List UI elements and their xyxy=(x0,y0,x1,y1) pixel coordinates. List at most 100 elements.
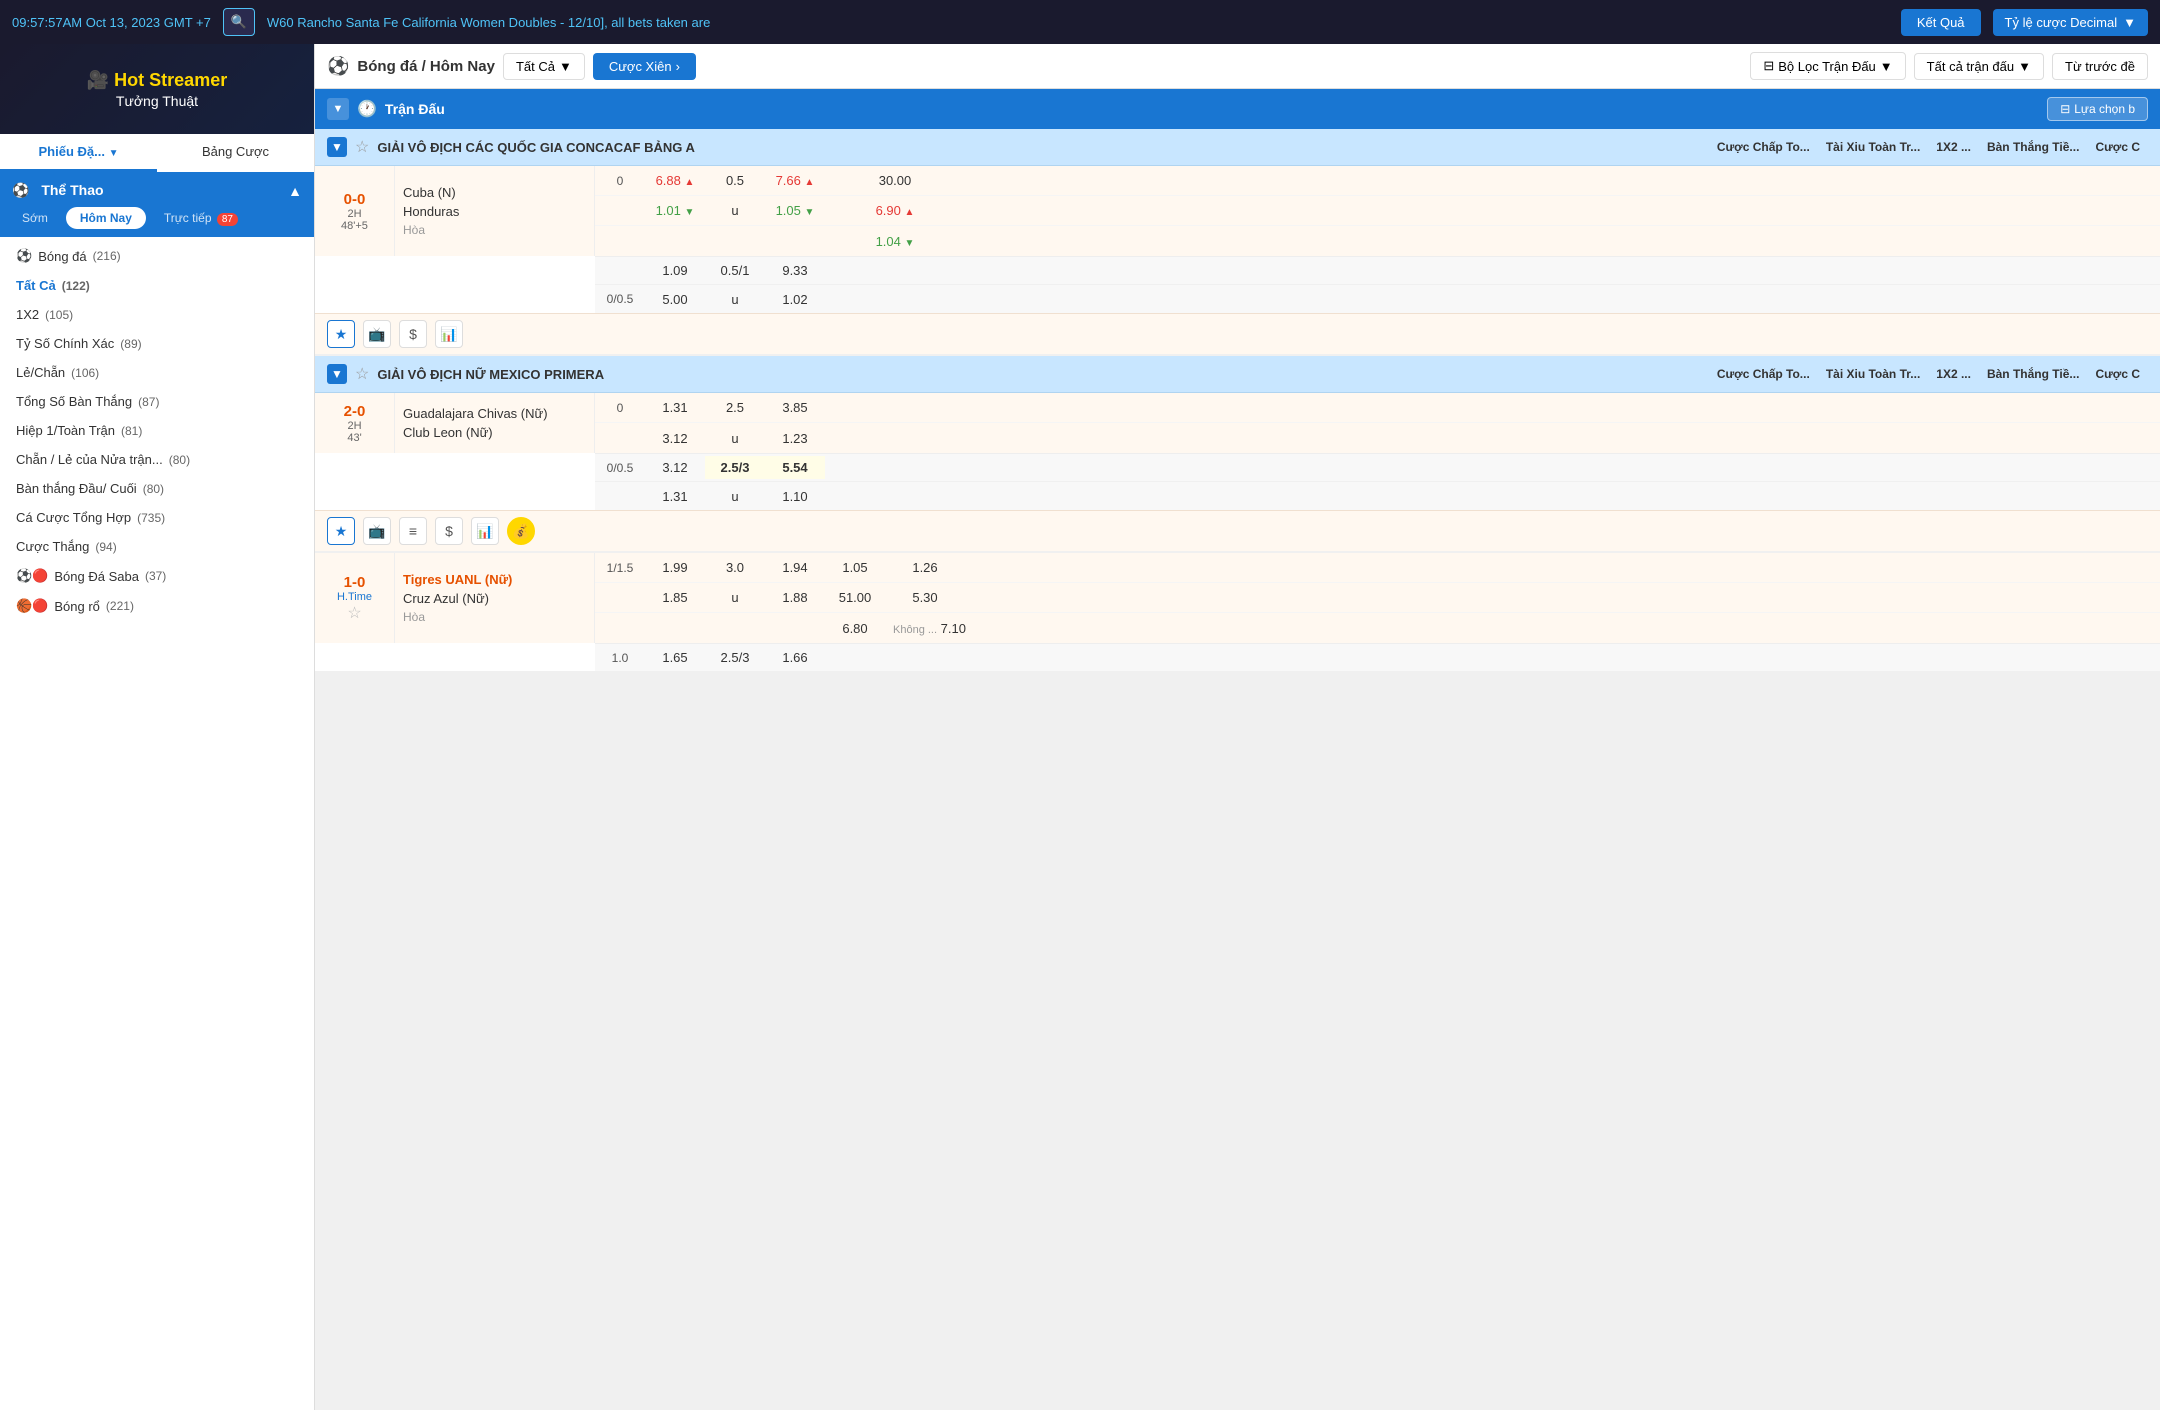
team-guadalajara[interactable]: Guadalajara Chivas (Nữ) xyxy=(403,404,586,423)
odds-g123[interactable]: 1.23 xyxy=(765,427,825,450)
odds-t126[interactable]: 1.26 xyxy=(885,556,965,579)
action-chart2-btn[interactable]: 📊 xyxy=(471,517,499,545)
tat-ca-filter-button[interactable]: Tất Cả ▼ xyxy=(503,53,585,80)
sidebar-item-tong-so-ban-thang[interactable]: Tổng Số Bàn Thắng (87) xyxy=(0,387,314,416)
handicap-g0[interactable]: 0 xyxy=(595,397,645,419)
odds-g131[interactable]: 1.31 xyxy=(645,396,705,419)
tran-dau-collapse-btn[interactable]: ▼ xyxy=(327,98,349,120)
ou-g253[interactable]: 2.5/3 xyxy=(705,456,765,479)
time-tab-truc-tiep[interactable]: Trực tiếp 87 xyxy=(150,207,252,229)
ou-051[interactable]: 0.5/1 xyxy=(705,259,765,282)
ou-u2[interactable]: u xyxy=(705,288,765,311)
section-star[interactable]: ☆ xyxy=(355,137,369,157)
odds-766[interactable]: 7.66 ▲ xyxy=(765,169,825,192)
odds-t166[interactable]: 1.66 xyxy=(765,646,825,669)
sidebar-item-chan-le-nua-tran[interactable]: Chẵn / Lẻ của Nửa trận... (80) xyxy=(0,445,314,474)
tat-ca-tran-dau-button[interactable]: Tất cả trận đấu ▼ xyxy=(1914,53,2044,80)
sidebar-item-tat-ca[interactable]: Tất Cả (122) xyxy=(0,271,314,300)
collapse-icon[interactable]: ▲ xyxy=(288,183,302,199)
sidebar-item-le-chan[interactable]: Lẻ/Chẵn (106) xyxy=(0,358,314,387)
ou-gu2[interactable]: u xyxy=(705,485,765,508)
time-tab-hom-nay[interactable]: Hôm Nay xyxy=(66,207,146,229)
odds-t188[interactable]: 1.88 xyxy=(765,586,825,609)
odds-g554[interactable]: 5.54 xyxy=(765,456,825,479)
search-button[interactable]: 🔍 xyxy=(223,8,255,36)
ket-qua-button[interactable]: Kết Quả xyxy=(1901,9,1981,36)
odds-g3122[interactable]: 3.12 xyxy=(645,456,705,479)
action-dollar-btn[interactable]: $ xyxy=(399,320,427,348)
odds-109[interactable]: 1.09 xyxy=(645,259,705,282)
filter-icon: ⊟ xyxy=(1763,58,1774,74)
team-honduras[interactable]: Honduras xyxy=(403,202,586,221)
sidebar-item-1x2[interactable]: 1X2 (105) xyxy=(0,300,314,329)
match-star-tigres[interactable]: ☆ xyxy=(347,603,361,623)
team-leon[interactable]: Club Leon (Nữ) xyxy=(403,423,586,442)
sidebar-item-cuoc-thang[interactable]: Cược Thắng (94) xyxy=(0,532,314,561)
odds-t5100[interactable]: 51.00 xyxy=(825,586,885,609)
odds-933[interactable]: 9.33 xyxy=(765,259,825,282)
action-dollar2-btn[interactable]: $ xyxy=(435,517,463,545)
odds-t194[interactable]: 1.94 xyxy=(765,556,825,579)
team-tigres[interactable]: Tigres UANL (Nữ) xyxy=(403,570,586,589)
cuoc-xien-button[interactable]: Cược Xiên › xyxy=(593,53,696,80)
tu-truoc-de-button[interactable]: Từ trước đề xyxy=(2052,53,2148,80)
sidebar-item-ty-so-chinh-xac[interactable]: Tỷ Số Chính Xác (89) xyxy=(0,329,314,358)
ou-tu[interactable]: u xyxy=(705,586,765,609)
action-stream-btn[interactable]: ≡ xyxy=(399,517,427,545)
sidebar-item-bong-da-saba[interactable]: ⚽🔴 Bóng Đá Saba (37) xyxy=(0,561,314,591)
odds-g385[interactable]: 3.85 xyxy=(765,396,825,419)
ou-t30[interactable]: 3.0 xyxy=(705,556,765,579)
section2-star[interactable]: ☆ xyxy=(355,364,369,384)
ou-g25[interactable]: 2.5 xyxy=(705,396,765,419)
lua-chon-button[interactable]: ⊟ Lựa chọn b xyxy=(2047,97,2148,121)
handicap-t115[interactable]: 1/1.5 xyxy=(595,557,645,579)
tab-phieu-dat[interactable]: Phiếu Đặ... ▼ xyxy=(0,134,157,172)
section-collapse-btn[interactable]: ▼ xyxy=(327,137,347,157)
tab-bang-cuoc[interactable]: Bảng Cược xyxy=(157,134,314,172)
ou-gu[interactable]: u xyxy=(705,427,765,450)
odds-t105[interactable]: 1.05 xyxy=(825,556,885,579)
sidebar-item-bong-ro[interactable]: 🏀🔴 Bóng rổ (221) xyxy=(0,591,314,621)
time-tab-som[interactable]: Sớm xyxy=(8,207,62,229)
team-cruzazul[interactable]: Cruz Azul (Nữ) xyxy=(403,589,586,608)
action-tv2-btn[interactable]: 📺 xyxy=(363,517,391,545)
odds-t680[interactable]: 6.80 xyxy=(825,617,885,640)
ou-u1[interactable]: u xyxy=(705,199,765,222)
sidebar-item-ban-thang-dau-cuoi[interactable]: Bàn thắng Đầu/ Cuối (80) xyxy=(0,474,314,503)
odds-g110[interactable]: 1.10 xyxy=(765,485,825,508)
action-star-btn[interactable]: ★ xyxy=(327,320,355,348)
action-star2-btn[interactable]: ★ xyxy=(327,517,355,545)
odds-105[interactable]: 1.05 ▼ xyxy=(765,199,825,222)
odds-t185[interactable]: 1.85 xyxy=(645,586,705,609)
ou-t253[interactable]: 2.5/3 xyxy=(705,646,765,669)
bo-loc-tran-dau-button[interactable]: ⊟ Bộ Lọc Trận Đấu ▼ xyxy=(1750,52,1905,80)
ty-le-cuoc-dropdown[interactable]: Tỷ lệ cược Decimal ▼ xyxy=(1993,9,2148,36)
sidebar-item-bong-da[interactable]: ⚽ Bóng đá (216) xyxy=(0,241,314,271)
action-coin-btn[interactable]: 💰 xyxy=(507,517,535,545)
arrow-right-icon: › xyxy=(676,59,680,74)
odds-688[interactable]: 6.88 ▲ xyxy=(645,169,705,192)
odds-3000[interactable]: 30.00 xyxy=(855,169,935,192)
team-cuba[interactable]: Cuba (N) xyxy=(403,183,586,202)
sidebar-item-ca-cuoc-tong-hop[interactable]: Cá Cược Tổng Hợp (735) xyxy=(0,503,314,532)
action-chart-btn[interactable]: 📊 xyxy=(435,320,463,348)
odds-t199[interactable]: 1.99 xyxy=(645,556,705,579)
odds-102[interactable]: 1.02 xyxy=(765,288,825,311)
handicap-0[interactable]: 0 xyxy=(595,170,645,192)
odds-t165[interactable]: 1.65 xyxy=(645,646,705,669)
odds-690[interactable]: 6.90 ▲ xyxy=(855,199,935,222)
section2-collapse-btn[interactable]: ▼ xyxy=(327,364,347,384)
odds-101[interactable]: 1.01 ▼ xyxy=(645,199,705,222)
chevron-down-icon: ▼ xyxy=(1880,59,1893,74)
action-tv-btn[interactable]: 📺 xyxy=(363,320,391,348)
odds-500[interactable]: 5.00 xyxy=(645,288,705,311)
sidebar-item-hiep1[interactable]: Hiệp 1/Toàn Trận (81) xyxy=(0,416,314,445)
odds-t530[interactable]: 5.30 xyxy=(885,586,965,609)
handicap-empty1 xyxy=(595,207,645,215)
odds-104[interactable]: 1.04 ▼ xyxy=(855,230,935,253)
ou-05[interactable]: 0.5 xyxy=(705,169,765,192)
chevron-down-icon: ▼ xyxy=(109,148,119,159)
odds-t-nkhong[interactable]: Không ... 7.10 xyxy=(885,617,974,640)
odds-g1312[interactable]: 1.31 xyxy=(645,485,705,508)
odds-g312[interactable]: 3.12 xyxy=(645,427,705,450)
